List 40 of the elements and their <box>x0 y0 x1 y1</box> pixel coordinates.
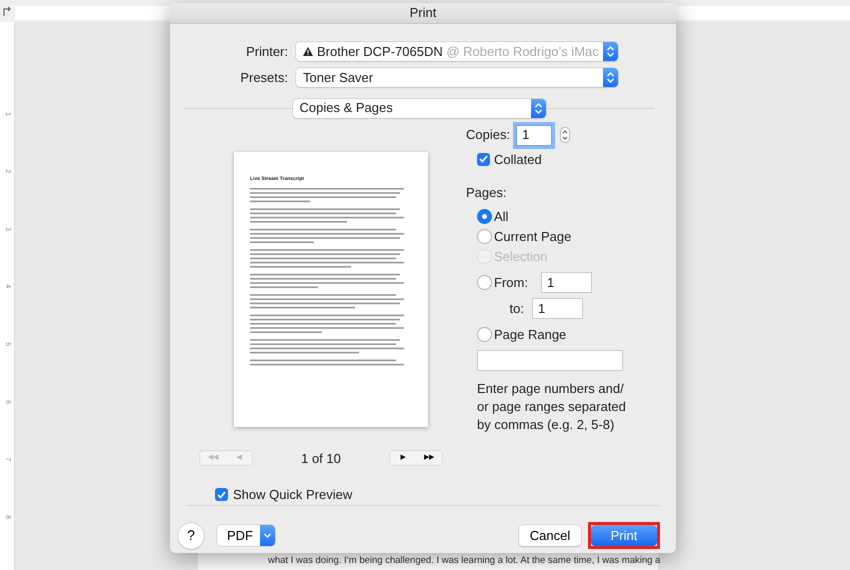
panel-popup[interactable]: Copies & Pages <box>292 98 546 118</box>
field-label: Presets: <box>239 69 288 87</box>
radio-label: Page Range <box>494 326 566 344</box>
from-field[interactable]: 1 <box>540 272 592 293</box>
printer-location: @ Roberto Rodrigo’s iMac <box>446 44 599 58</box>
checkbox[interactable] <box>477 152 490 166</box>
help-button[interactable]: ? <box>178 522 204 549</box>
radio-label: From: <box>494 274 528 292</box>
checkbox-label: Collated <box>494 150 542 168</box>
warning-icon <box>303 46 313 56</box>
field-label: Printer: <box>245 42 288 60</box>
presets-popup[interactable]: Toner Saver <box>296 68 618 88</box>
document-text: what I was doing. I’m being challenged. I was learning a lot. At the same time, I was making a <box>268 556 660 566</box>
radio-label: All <box>494 208 508 226</box>
radio-button[interactable] <box>477 275 492 290</box>
checkbox-label: Show Quick Preview <box>233 486 352 504</box>
radio-label: Current Page <box>494 228 572 246</box>
stepper-icon <box>560 127 570 143</box>
section-label: Pages: <box>466 184 508 202</box>
caret-icon <box>260 525 275 546</box>
field-label: to: <box>510 300 524 318</box>
printer-popup[interactable]: Brother DCP-7065DN @ Roberto Rodrigo’s iMac <box>296 42 618 61</box>
to-field[interactable]: 1 <box>532 298 583 319</box>
radio-button[interactable] <box>477 209 492 224</box>
help-text: Enter page numbers and/ or page ranges separated by commas (e.g. 2, 5-8) <box>477 380 627 434</box>
radio-button[interactable] <box>477 327 492 342</box>
stepper-icon <box>603 68 618 88</box>
window-title: Print <box>410 4 436 22</box>
page-indicator: 1 of 10 <box>301 450 341 468</box>
print-button[interactable]: Print <box>591 525 657 546</box>
stepper-icon <box>530 98 546 118</box>
field-label: Copies: <box>466 126 510 144</box>
tab-stop-icon <box>3 6 11 16</box>
page-range-field[interactable] <box>477 350 623 370</box>
stepper-icon <box>603 42 618 61</box>
pdf-menu-button[interactable]: PDF <box>217 525 275 546</box>
printer-name: Brother DCP-7065DN <box>317 44 443 58</box>
checkbox[interactable] <box>215 488 228 502</box>
cancel-button[interactable]: Cancel <box>519 525 581 546</box>
radio-button[interactable] <box>477 229 492 244</box>
